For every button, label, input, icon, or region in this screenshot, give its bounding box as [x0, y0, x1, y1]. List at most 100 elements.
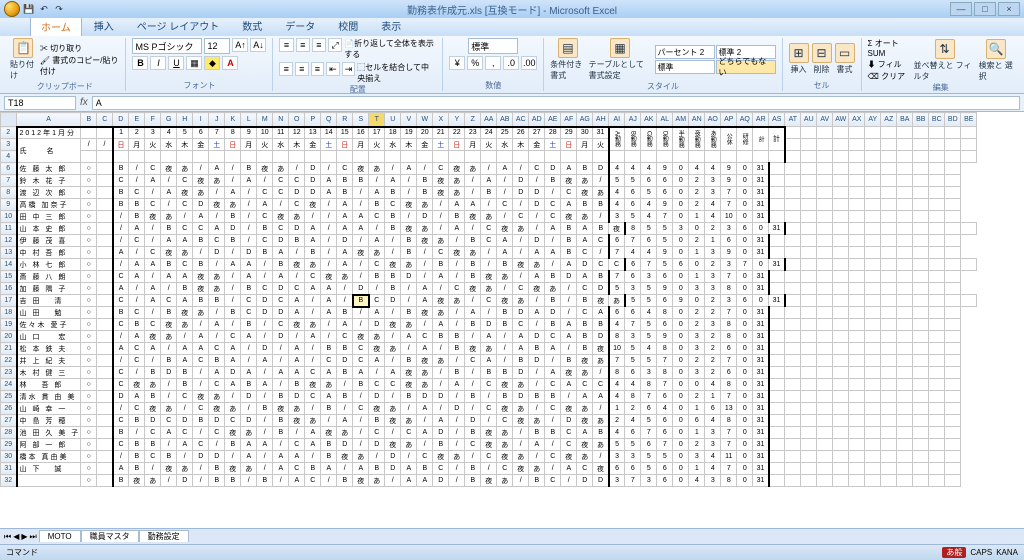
cell[interactable]: A: [353, 223, 369, 235]
cell[interactable]: あ: [497, 427, 513, 439]
cell[interactable]: B: [209, 355, 225, 367]
cell[interactable]: /: [209, 439, 225, 451]
cell[interactable]: A: [417, 403, 433, 415]
cell[interactable]: /: [497, 211, 513, 223]
cell[interactable]: B: [593, 199, 609, 211]
cell[interactable]: A: [177, 439, 193, 451]
cell[interactable]: B: [337, 391, 353, 403]
autosum-button[interactable]: Σ オート SUM: [868, 38, 911, 58]
col-header[interactable]: V: [401, 113, 417, 127]
cell[interactable]: あ: [385, 403, 401, 415]
cell[interactable]: /: [417, 319, 433, 331]
cell[interactable]: あ: [593, 187, 609, 199]
cell[interactable]: 夜: [161, 463, 177, 475]
cell[interactable]: B: [225, 211, 241, 223]
cell[interactable]: あ: [529, 259, 545, 271]
cell[interactable]: 夜: [369, 403, 385, 415]
cell[interactable]: D: [529, 235, 545, 247]
cell[interactable]: /: [177, 331, 193, 343]
cell[interactable]: C: [129, 187, 145, 199]
cell[interactable]: 夜: [577, 439, 593, 451]
cell[interactable]: B: [497, 391, 513, 403]
cell[interactable]: /: [289, 331, 305, 343]
cell[interactable]: A: [577, 235, 593, 247]
cell[interactable]: あ: [433, 355, 449, 367]
cell[interactable]: /: [161, 391, 177, 403]
cell[interactable]: B: [577, 295, 593, 307]
col-header[interactable]: R: [337, 113, 353, 127]
cell[interactable]: /: [273, 343, 289, 355]
cell[interactable]: C: [561, 439, 577, 451]
cell[interactable]: /: [321, 259, 337, 271]
cell[interactable]: C: [561, 187, 577, 199]
col-header[interactable]: AP: [721, 113, 737, 127]
dec-decimal-icon[interactable]: .00: [521, 56, 537, 70]
cell[interactable]: 夜: [225, 427, 241, 439]
fill-button[interactable]: ⬇ フィル: [868, 59, 911, 70]
cell[interactable]: A: [561, 163, 577, 175]
cell[interactable]: C: [273, 175, 289, 187]
cell[interactable]: /: [305, 295, 321, 307]
cell[interactable]: あ: [465, 163, 481, 175]
cell[interactable]: A: [257, 199, 273, 211]
cell[interactable]: B: [337, 367, 353, 379]
cell[interactable]: A: [161, 235, 177, 247]
col-header[interactable]: U: [385, 113, 401, 127]
cell[interactable]: /: [129, 367, 145, 379]
format-as-table-button[interactable]: ▦テーブルとして 書式設定: [589, 38, 652, 81]
cell[interactable]: D: [289, 223, 305, 235]
cell[interactable]: /: [193, 379, 209, 391]
cell[interactable]: /: [193, 163, 209, 175]
cell[interactable]: /: [449, 259, 465, 271]
cell[interactable]: D: [241, 247, 257, 259]
cell[interactable]: A: [129, 331, 145, 343]
cell[interactable]: B: [545, 319, 561, 331]
cell[interactable]: B: [369, 415, 385, 427]
cell[interactable]: あ: [177, 247, 193, 259]
cell[interactable]: /: [241, 223, 257, 235]
cell[interactable]: C: [113, 379, 129, 391]
cell[interactable]: あ: [497, 475, 513, 487]
conditional-format-button[interactable]: ▤条件付き 書式: [550, 38, 585, 81]
cell[interactable]: D: [513, 391, 529, 403]
cell[interactable]: 夜: [449, 247, 465, 259]
cell[interactable]: B: [129, 211, 145, 223]
cell[interactable]: B: [161, 307, 177, 319]
col-header[interactable]: P: [305, 113, 321, 127]
cell[interactable]: C: [305, 367, 321, 379]
col-header[interactable]: AM: [673, 113, 689, 127]
cell[interactable]: B: [433, 331, 449, 343]
cell[interactable]: あ: [433, 307, 449, 319]
cell[interactable]: C: [577, 247, 593, 259]
cell[interactable]: B: [577, 343, 593, 355]
cell[interactable]: B: [321, 343, 337, 355]
cell[interactable]: 夜: [401, 223, 417, 235]
cell[interactable]: D: [193, 199, 209, 211]
cell[interactable]: /: [145, 235, 161, 247]
cell[interactable]: A: [401, 463, 417, 475]
cell[interactable]: C: [289, 439, 305, 451]
cell[interactable]: /: [561, 475, 577, 487]
cell[interactable]: B: [385, 283, 401, 295]
cell[interactable]: C: [257, 211, 273, 223]
cell[interactable]: A: [177, 271, 193, 283]
cell[interactable]: D: [241, 391, 257, 403]
cell[interactable]: /: [353, 307, 369, 319]
cell[interactable]: A: [385, 175, 401, 187]
cell[interactable]: A: [161, 271, 177, 283]
cell[interactable]: C: [305, 391, 321, 403]
cell[interactable]: /: [337, 283, 353, 295]
cell[interactable]: A: [561, 319, 577, 331]
cell[interactable]: 夜: [465, 343, 481, 355]
cell[interactable]: C: [561, 427, 577, 439]
col-header[interactable]: AU: [801, 113, 817, 127]
cell[interactable]: 夜: [561, 451, 577, 463]
cell[interactable]: あ: [481, 343, 497, 355]
cell[interactable]: /: [225, 283, 241, 295]
cell[interactable]: C: [273, 295, 289, 307]
ribbon-tab-5[interactable]: 校閲: [327, 15, 369, 36]
cell[interactable]: /: [257, 463, 273, 475]
cell[interactable]: /: [401, 187, 417, 199]
cell[interactable]: D: [225, 223, 241, 235]
cell[interactable]: /: [465, 451, 481, 463]
